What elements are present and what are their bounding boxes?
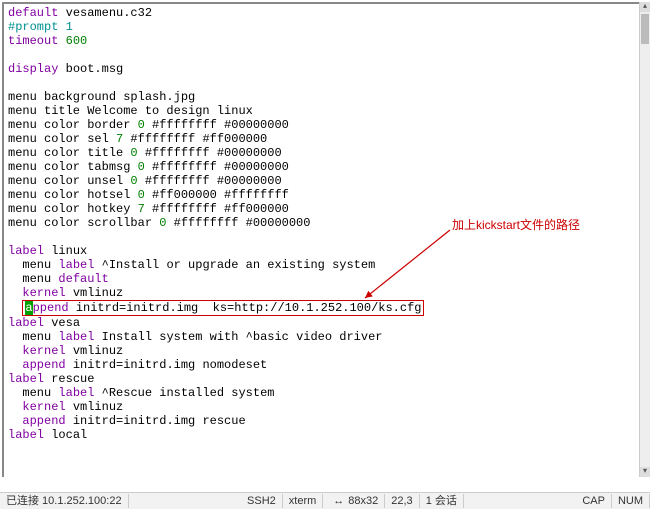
vertical-scrollbar[interactable]: ▴ ▾ [639,2,650,477]
config-line: menu color tabmsg 0 #ffffffff #00000000 [8,160,636,174]
config-line: kernel vmlinuz [8,344,636,358]
config-line: label vesa [8,316,636,330]
config-line: #prompt 1 [8,20,636,34]
config-line: display boot.msg [8,62,636,76]
config-line: menu color border 0 #ffffffff #00000000 [8,118,636,132]
config-line: kernel vmlinuz [8,286,636,300]
terminal-status-bar: 已连接 10.1.252.100:22 SSH2 xterm ↔88x32 22… [0,492,650,509]
status-size: 88x32 [348,495,378,507]
vim-status-line: "/var/lib/tftpboot/pxelinux.cfg/default"… [2,477,640,491]
config-line: menu color title 0 #ffffffff #00000000 [8,146,636,160]
config-line: menu title Welcome to design linux [8,104,636,118]
resize-icon: ↔ [329,495,348,507]
status-ssh: SSH2 [241,494,283,508]
config-line: menu color sel 7 #ffffffff #ff000000 [8,132,636,146]
config-line-highlighted: append initrd=initrd.img ks=http://10.1.… [8,300,636,316]
config-line: menu color hotsel 0 #ff000000 #ffffffff [8,188,636,202]
config-line: menu default [8,272,636,286]
config-line [8,230,636,244]
status-cap: CAP [576,494,612,508]
status-term: xterm [283,494,324,508]
config-line: append initrd=initrd.img nomodeset [8,358,636,372]
scroll-up-icon[interactable]: ▴ [640,2,650,12]
config-line: label rescue [8,372,636,386]
config-line [8,48,636,62]
scroll-thumb[interactable] [641,14,649,44]
config-line: label linux [8,244,636,258]
status-rowcol: 22,3 [385,494,419,508]
status-sessions: 1 会话 [420,494,464,508]
scroll-down-icon[interactable]: ▾ [640,467,650,477]
config-line: menu label Install system with ^basic vi… [8,330,636,344]
config-line: menu background splash.jpg [8,90,636,104]
config-line: menu label ^Rescue installed system [8,386,636,400]
config-line: menu label ^Install or upgrade an existi… [8,258,636,272]
config-line: default vesamenu.c32 [8,6,636,20]
editor-viewport[interactable]: default vesamenu.c32#prompt 1timeout 600… [2,2,640,477]
config-line: kernel vmlinuz [8,400,636,414]
highlight-box: append initrd=initrd.img ks=http://10.1.… [22,300,424,316]
config-line [8,76,636,90]
config-line: label local [8,428,636,442]
config-line: timeout 600 [8,34,636,48]
config-line: menu color hotkey 7 #ffffffff #ff000000 [8,202,636,216]
config-line: menu color unsel 0 #ffffffff #00000000 [8,174,636,188]
text-cursor: a [25,301,32,315]
status-connection: 已连接 10.1.252.100:22 [0,494,129,508]
annotation-text: 加上kickstart文件的路径 [452,218,580,232]
status-num: NUM [612,494,650,508]
config-line: append initrd=initrd.img rescue [8,414,636,428]
